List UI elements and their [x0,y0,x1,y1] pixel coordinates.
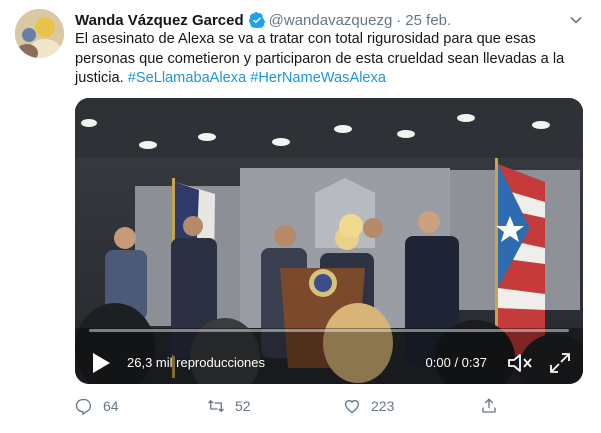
video-progress-bar[interactable] [89,329,569,332]
like-button[interactable]: 223 [343,396,394,416]
tweet-actions: 64 52 223 [75,396,515,416]
reply-button[interactable]: 64 [75,396,119,416]
hashtag-link[interactable]: #SeLlamabaAlexa [128,70,246,86]
chevron-down-icon[interactable] [569,13,583,27]
share-icon [482,398,496,413]
fullscreen-icon[interactable] [549,352,571,374]
hashtag-link[interactable]: #HerNameWasAlexa [250,70,386,86]
video-controls: 26,3 mil reproducciones 0:00 / 0:37 [75,324,583,384]
share-button[interactable] [480,396,508,416]
retweet-button[interactable]: 52 [207,396,251,416]
reply-count: 64 [103,398,119,414]
verified-badge-icon [248,12,266,29]
tweet-date[interactable]: 25 feb. [405,12,451,29]
retweet-count: 52 [235,398,251,414]
video-time: 0:00 / 0:37 [425,355,487,370]
author-name[interactable]: Wanda Vázquez Garced [75,12,244,29]
separator-dot: · [396,11,402,29]
play-icon[interactable] [91,352,111,374]
like-count: 223 [371,398,395,414]
volume-muted-icon[interactable] [507,352,533,374]
tweet-header: Wanda Vázquez Garced @wandavazquezg · 25… [75,9,591,31]
retweet-icon [208,400,224,412]
reply-icon [75,398,92,415]
author-handle[interactable]: @wandavazquezg [269,12,393,29]
avatar[interactable] [15,9,64,58]
tweet-text: El asesinato de Alexa se va a tratar con… [75,30,585,89]
video-player[interactable]: 26,3 mil reproducciones 0:00 / 0:37 [75,98,583,384]
tweet[interactable]: Wanda Vázquez Garced @wandavazquezg · 25… [0,0,601,433]
heart-icon [344,399,360,414]
view-count: 26,3 mil reproducciones [127,355,266,370]
